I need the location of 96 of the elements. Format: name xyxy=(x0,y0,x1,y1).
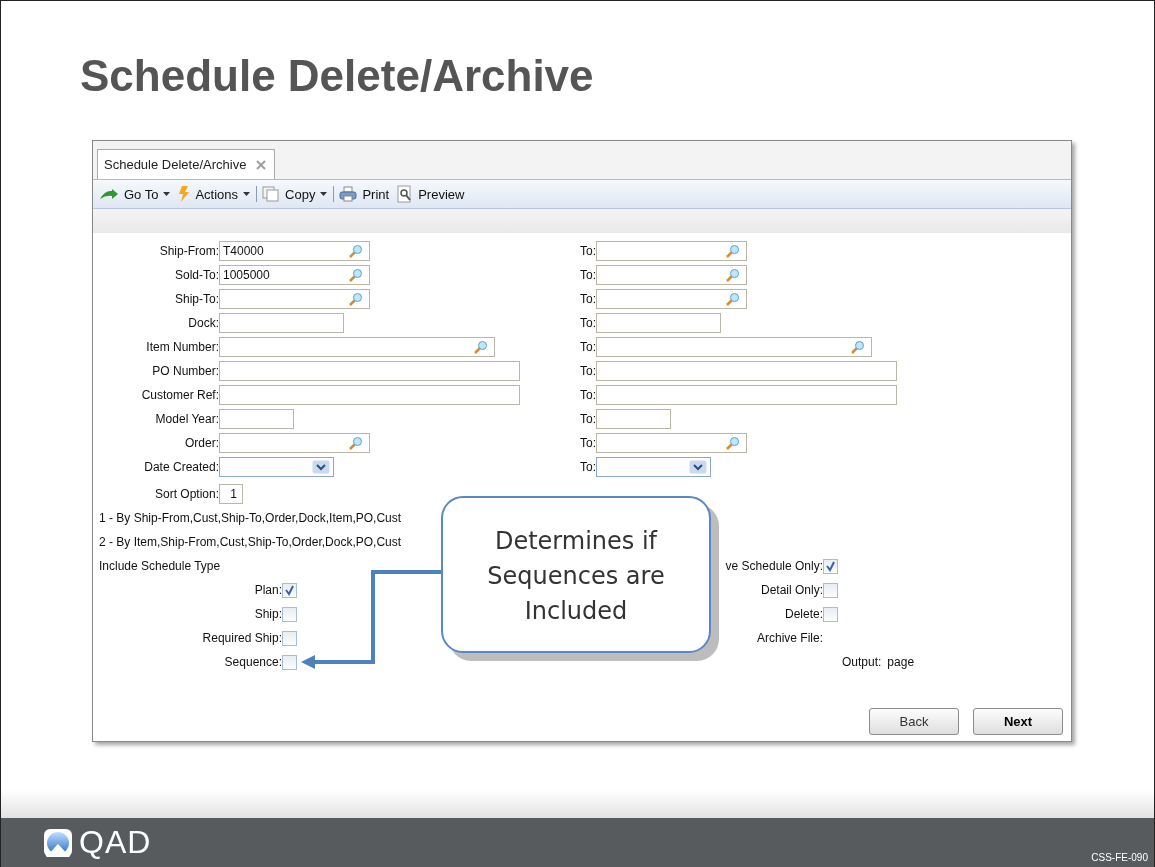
close-icon[interactable] xyxy=(256,159,267,170)
checkbox[interactable] xyxy=(823,582,838,598)
checkbox[interactable] xyxy=(282,582,297,598)
text-field[interactable] xyxy=(219,361,520,381)
lookup-field[interactable] xyxy=(219,289,370,309)
caret-icon xyxy=(243,192,251,196)
search-icon[interactable] xyxy=(726,268,740,282)
option-label: ve Schedule Only: xyxy=(725,559,823,573)
field-label: Item Number: xyxy=(145,340,219,354)
search-icon[interactable] xyxy=(349,292,363,306)
callout-text: Determines if Sequences are Included xyxy=(486,526,666,627)
lookup-field[interactable] xyxy=(596,337,872,357)
logo-icon xyxy=(43,827,73,858)
search-icon[interactable] xyxy=(349,436,363,450)
lookup-field[interactable] xyxy=(596,289,747,309)
search-icon[interactable] xyxy=(726,292,740,306)
output-label: Output: xyxy=(842,655,882,669)
lookup-field[interactable]: T40000 xyxy=(219,241,370,261)
sort-description: 1 - By Ship-From,Cust,Ship-To,Order,Dock,Item,PO,Cust xyxy=(98,511,402,525)
text-field[interactable] xyxy=(596,385,897,405)
field-label: PO Number: xyxy=(151,364,219,378)
toolbar-button[interactable]: Print xyxy=(337,186,396,202)
checkbox[interactable] xyxy=(282,630,297,646)
lightning-icon xyxy=(178,186,191,202)
text-field[interactable]: 1 xyxy=(219,484,243,504)
tab[interactable]: Schedule Delete/Archive xyxy=(97,149,276,179)
field-label: To: xyxy=(579,364,596,378)
text-field[interactable] xyxy=(596,313,721,333)
lookup-field[interactable] xyxy=(596,265,747,285)
date-field[interactable] xyxy=(219,457,334,477)
slide-code: CSS-FE-090 xyxy=(1091,852,1148,863)
output-value: page xyxy=(887,655,915,669)
logo-text: QAD xyxy=(79,824,152,861)
caret-icon xyxy=(163,192,171,196)
field-label: To: xyxy=(579,268,596,282)
dialog-button[interactable]: Next xyxy=(973,708,1063,735)
field-label: Ship-From: xyxy=(158,244,219,258)
preview-icon xyxy=(397,185,414,203)
checkbox[interactable] xyxy=(282,654,297,670)
chevron-icon[interactable] xyxy=(689,460,707,474)
toolbar-button[interactable]: Copy xyxy=(260,186,335,202)
field-label: To: xyxy=(579,292,596,306)
section-heading: Include Schedule Type xyxy=(98,559,221,573)
checkbox-label: Required Ship: xyxy=(202,631,282,645)
toolbar-button[interactable]: Go To xyxy=(97,186,177,202)
search-icon[interactable] xyxy=(349,244,363,258)
field-label: Sold-To: xyxy=(173,268,219,282)
field-label: To: xyxy=(579,340,596,354)
field-label: To: xyxy=(579,460,596,474)
field-label: To: xyxy=(579,436,596,450)
lookup-field[interactable] xyxy=(219,337,495,357)
checkbox-label: Sequence: xyxy=(224,655,282,669)
checkbox-label: Ship: xyxy=(254,607,282,621)
checkbox[interactable] xyxy=(823,606,838,622)
text-field[interactable] xyxy=(219,385,520,405)
field-label: To: xyxy=(579,316,596,330)
search-icon[interactable] xyxy=(851,340,865,354)
sort-description: 2 - By Item,Ship-From,Cust,Ship-To,Order,Dock,PO,Cust xyxy=(98,535,402,549)
lookup-field[interactable] xyxy=(596,433,747,453)
field-label: To: xyxy=(579,244,596,258)
lookup-field[interactable] xyxy=(596,241,747,261)
field-label: Model Year: xyxy=(154,412,219,426)
toolbar-button[interactable]: Preview xyxy=(395,185,471,203)
field-label: Customer Ref: xyxy=(140,388,219,402)
date-field[interactable] xyxy=(596,457,711,477)
field-label: Order: xyxy=(184,436,219,450)
search-icon[interactable] xyxy=(474,340,488,354)
field-label: To: xyxy=(579,388,596,402)
printer-icon xyxy=(339,186,358,202)
field-label: Date Created: xyxy=(143,460,219,474)
option-label: Detail Only: xyxy=(760,583,823,597)
arrow-icon xyxy=(99,188,119,200)
copy-icon xyxy=(262,186,281,202)
field-label: To: xyxy=(579,412,596,426)
lookup-field[interactable]: 1005000 xyxy=(219,265,370,285)
caret-icon xyxy=(320,192,328,196)
text-field[interactable] xyxy=(596,409,671,429)
text-field[interactable] xyxy=(219,313,344,333)
chevron-icon[interactable] xyxy=(312,460,330,474)
field-label: Ship-To: xyxy=(173,292,219,306)
option-label: Delete: xyxy=(784,607,823,621)
field-label: Sort Option: xyxy=(153,487,219,501)
toolbar-button[interactable]: Actions xyxy=(176,186,258,202)
search-icon[interactable] xyxy=(726,244,740,258)
text-field[interactable] xyxy=(596,361,897,381)
checkbox[interactable] xyxy=(282,606,297,622)
checkbox-label: Plan: xyxy=(254,583,282,597)
search-icon[interactable] xyxy=(349,268,363,282)
lookup-field[interactable] xyxy=(219,433,370,453)
option-label: Archive File: xyxy=(756,631,823,645)
field-label: Dock: xyxy=(187,316,219,330)
text-field[interactable] xyxy=(219,409,294,429)
dialog-button[interactable]: Back xyxy=(869,708,959,735)
search-icon[interactable] xyxy=(726,436,740,450)
slide-title: Schedule Delete/Archive xyxy=(80,50,595,102)
checkbox[interactable] xyxy=(823,558,838,574)
